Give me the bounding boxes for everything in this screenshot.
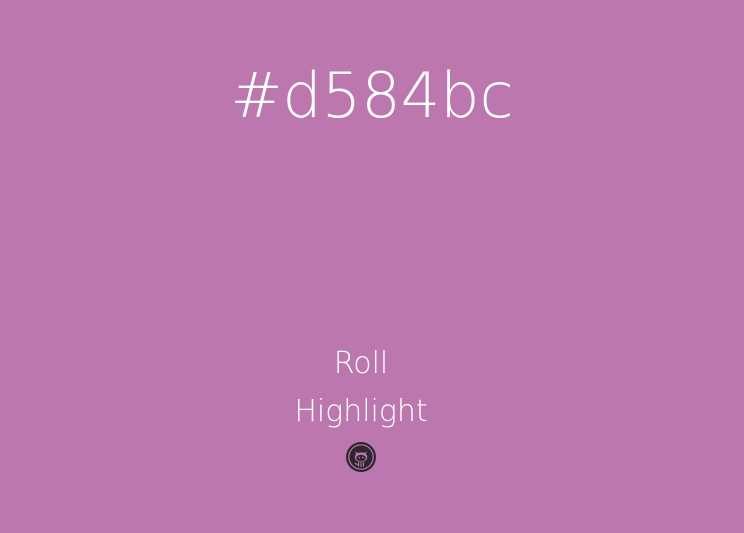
hex-color-title: #d584bc — [230, 59, 514, 132]
highlight-link[interactable]: Highlight — [0, 388, 722, 436]
github-link[interactable] — [345, 441, 377, 473]
controls: Roll Highlight — [0, 340, 722, 436]
roll-link[interactable]: Roll — [0, 340, 722, 388]
github-octocat-icon — [345, 441, 377, 473]
